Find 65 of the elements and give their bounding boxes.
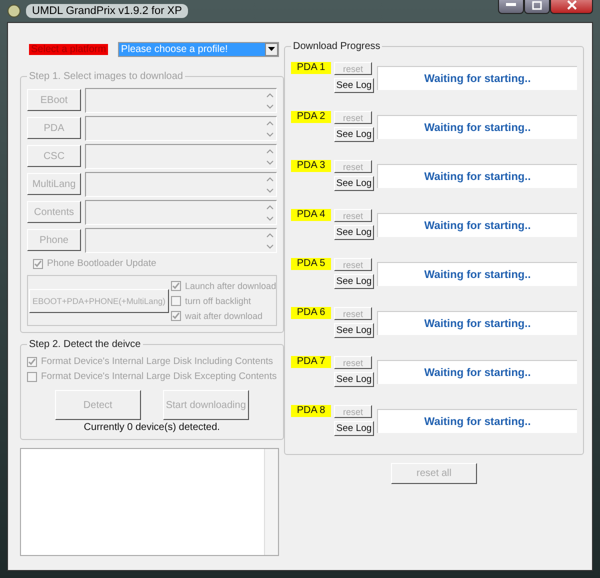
slot-label: PDA 2 — [291, 111, 331, 123]
group-title: Step 1. Select images to download — [28, 71, 184, 82]
log-area[interactable] — [20, 448, 279, 556]
reset-button[interactable]: reset — [334, 160, 372, 173]
close-button[interactable] — [550, 0, 593, 14]
see-log-button[interactable]: See Log — [334, 78, 374, 93]
device-status: Currently 0 device(s) detected. — [82, 422, 221, 433]
checkmark-icon — [172, 282, 180, 290]
see-log-button[interactable]: See Log — [334, 421, 374, 436]
maximize-button[interactable] — [524, 0, 550, 14]
slot-status: Waiting for starting.. — [377, 115, 577, 139]
spin-arrows-icon[interactable] — [266, 230, 274, 250]
slot-status: Waiting for starting.. — [377, 262, 577, 286]
window-title: UMDL GrandPrix v1.9.2 for XP — [26, 4, 188, 18]
slot-label: PDA 3 — [291, 160, 331, 172]
profile-select[interactable]: Please choose a profile! — [118, 42, 279, 56]
slot-status: Waiting for starting.. — [377, 213, 577, 237]
slot-status: Waiting for starting.. — [377, 311, 577, 335]
slot-status: Waiting for starting.. — [377, 409, 577, 433]
see-log-button[interactable]: See Log — [334, 176, 374, 191]
reset-button[interactable]: reset — [334, 209, 372, 222]
slot-label: PDA 6 — [291, 307, 331, 319]
slot-label: PDA 5 — [291, 258, 331, 270]
spin-arrows-icon[interactable] — [266, 202, 274, 222]
see-log-button[interactable]: See Log — [334, 127, 374, 142]
slot-status: Waiting for starting.. — [377, 66, 577, 90]
caret-icon — [268, 47, 275, 51]
reset-button[interactable]: reset — [334, 258, 372, 271]
maximize-icon — [532, 0, 542, 10]
checkmark-icon — [28, 358, 36, 366]
slot-status: Waiting for starting.. — [377, 164, 577, 188]
file-field[interactable] — [85, 144, 278, 168]
reset-button[interactable]: reset — [334, 356, 372, 369]
slot-label: PDA 8 — [291, 405, 331, 417]
close-icon — [566, 0, 576, 10]
see-log-button[interactable]: See Log — [334, 225, 374, 240]
minimize-button[interactable] — [498, 0, 524, 14]
see-log-button[interactable]: See Log — [334, 323, 374, 338]
reset-button[interactable]: reset — [334, 307, 372, 320]
spin-arrows-icon[interactable] — [266, 174, 274, 194]
see-log-button[interactable]: See Log — [334, 274, 374, 289]
spin-arrows-icon[interactable] — [266, 90, 274, 110]
slot-status: Waiting for starting.. — [377, 360, 577, 384]
file-field[interactable] — [85, 88, 278, 112]
slot-label: PDA 1 — [291, 62, 331, 74]
group-title: Step 2. Detect the deivce — [28, 339, 142, 350]
minimize-icon — [506, 3, 516, 7]
spin-arrows-icon[interactable] — [266, 146, 274, 166]
file-field[interactable] — [85, 228, 278, 252]
app-icon — [7, 4, 21, 18]
file-field[interactable] — [85, 172, 278, 196]
checkmark-icon — [34, 260, 42, 268]
platform-label: Select a platform — [29, 44, 108, 54]
slot-label: PDA 7 — [291, 356, 331, 368]
group-title: Download Progress — [292, 41, 382, 52]
slot-label: PDA 4 — [291, 209, 331, 221]
checkmark-icon — [172, 312, 180, 320]
scrollbar[interactable] — [264, 449, 278, 555]
reset-button[interactable]: reset — [334, 62, 372, 75]
reset-button[interactable]: reset — [334, 405, 372, 418]
spin-arrows-icon[interactable] — [266, 118, 274, 138]
file-field[interactable] — [85, 200, 278, 224]
reset-button[interactable]: reset — [334, 111, 372, 124]
see-log-button[interactable]: See Log — [334, 372, 374, 387]
file-field[interactable] — [85, 116, 278, 140]
